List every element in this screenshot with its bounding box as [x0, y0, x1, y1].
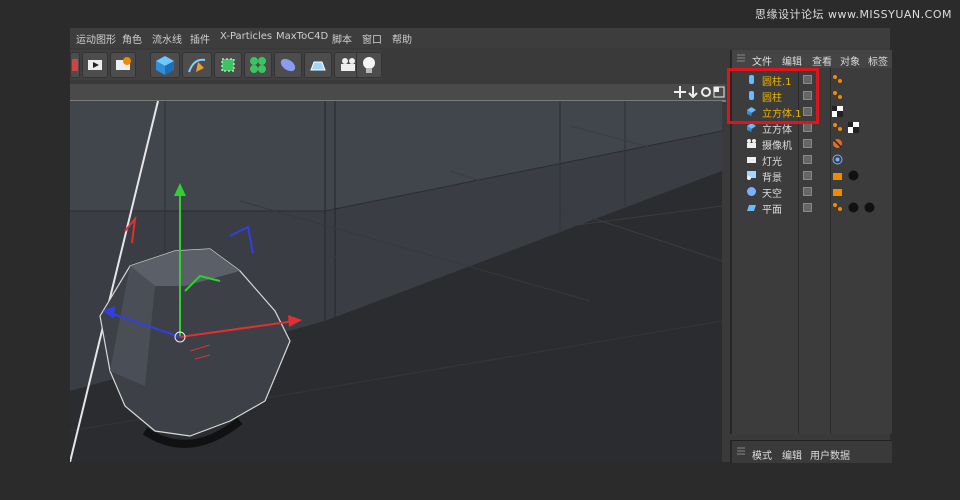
move-view-icon[interactable]: [674, 86, 686, 98]
menu-maxtoc4d[interactable]: MaxToC4D: [276, 31, 328, 42]
array-button[interactable]: [244, 52, 272, 78]
object-name: 天空: [762, 189, 782, 200]
plane-icon: [747, 205, 756, 211]
material-tag-icon: [864, 202, 875, 213]
toolbar: [70, 50, 382, 80]
deformer-icon: [280, 58, 296, 72]
pen-button[interactable]: [182, 52, 212, 78]
tab-user-data[interactable]: 用户数据: [810, 447, 850, 462]
render-region-button[interactable]: [70, 52, 80, 78]
menu-character[interactable]: 角色: [122, 31, 142, 46]
sky-icon: [747, 187, 756, 196]
target-tag-icon: [832, 154, 843, 165]
background-icon: [747, 171, 756, 180]
layer-toggle[interactable]: [803, 187, 812, 196]
panel-grip-icon[interactable]: [736, 447, 746, 457]
render-settings-icon: [116, 57, 131, 70]
object-row-sky[interactable]: 天空: [732, 184, 892, 200]
camera-icon: [747, 139, 756, 148]
render-region-icon: [72, 59, 78, 71]
material-tag-icon: [848, 170, 859, 181]
menu-help[interactable]: 帮助: [392, 31, 412, 46]
layer-toggle[interactable]: [803, 203, 812, 212]
compositing-tag-icon: [833, 189, 842, 196]
panel-grip-icon[interactable]: [736, 54, 746, 64]
tab-mode[interactable]: 模式: [752, 447, 772, 462]
tag-icon: [833, 203, 842, 211]
protection-tag-icon: [833, 139, 842, 148]
object-manager-tabs: 文件 编辑 查看 对象 标签: [732, 50, 892, 68]
scene-render: [70, 101, 722, 462]
menu-script[interactable]: 脚本: [332, 31, 352, 46]
cube-icon: [156, 56, 174, 75]
menu-mograph[interactable]: 运动图形: [76, 31, 116, 46]
object-row-plane[interactable]: 平面: [732, 200, 892, 216]
subdivision-button[interactable]: [214, 52, 242, 78]
tab-view[interactable]: 查看: [812, 53, 832, 68]
tab-edit[interactable]: 编辑: [782, 53, 802, 68]
light-icon: [747, 157, 756, 163]
object-row-camera[interactable]: 摄像机: [732, 136, 892, 152]
menu-window[interactable]: 窗口: [362, 31, 382, 46]
pen-icon: [188, 58, 206, 73]
checker-tag-icon: [832, 106, 843, 117]
tab-edit[interactable]: 编辑: [782, 447, 802, 462]
rotate-view-icon[interactable]: [700, 86, 712, 98]
3d-viewport[interactable]: [70, 101, 722, 462]
subdivision-icon: [221, 58, 235, 72]
viewport-header: [70, 84, 726, 100]
maximize-view-icon[interactable]: [713, 86, 725, 98]
tab-file[interactable]: 文件: [752, 53, 772, 68]
tab-tags[interactable]: 标签: [868, 53, 888, 68]
menu-xparticles[interactable]: X-Particles: [220, 31, 272, 42]
menu-plugins[interactable]: 插件: [190, 31, 210, 46]
material-tag-icon: [848, 202, 859, 213]
checker-tag-icon: [848, 122, 859, 133]
array-icon: [250, 57, 266, 73]
layer-toggle[interactable]: [803, 171, 812, 180]
layer-toggle[interactable]: [803, 123, 812, 132]
layer-toggle[interactable]: [803, 139, 812, 148]
render-settings-button[interactable]: [110, 52, 136, 78]
tag-icon: [833, 91, 842, 99]
object-name: 平面: [762, 205, 782, 216]
zoom-view-icon[interactable]: [688, 86, 698, 98]
object-name: 灯光: [762, 157, 782, 168]
object-row-light[interactable]: 灯光: [732, 152, 892, 168]
tag-icon: [833, 123, 842, 131]
light-icon: [363, 57, 375, 73]
layer-toggle[interactable]: [803, 155, 812, 164]
watermark: 思缘设计论坛 www.MISSYUAN.COM: [754, 8, 952, 21]
object-name: 背景: [762, 173, 782, 184]
object-name: 摄像机: [762, 141, 792, 152]
highlight-box: [727, 68, 819, 124]
render-view-button[interactable]: [82, 52, 108, 78]
light-button[interactable]: [356, 52, 382, 78]
object-row-background[interactable]: 背景: [732, 168, 892, 184]
tab-objects[interactable]: 对象: [840, 53, 860, 68]
tag-icon: [833, 75, 842, 83]
menu-pipeline[interactable]: 流水线: [152, 31, 182, 46]
deformer-button[interactable]: [274, 52, 302, 78]
menu-bar: 运动图形 角色 流水线 插件 X-Particles MaxToC4D 脚本 窗…: [70, 28, 890, 48]
cube-button[interactable]: [150, 52, 180, 78]
compositing-tag-icon: [833, 173, 842, 180]
render-view-icon: [88, 60, 102, 70]
attribute-manager: 模式 编辑 用户数据: [730, 440, 892, 463]
floor-icon: [310, 61, 326, 71]
floor-button[interactable]: [304, 52, 332, 78]
